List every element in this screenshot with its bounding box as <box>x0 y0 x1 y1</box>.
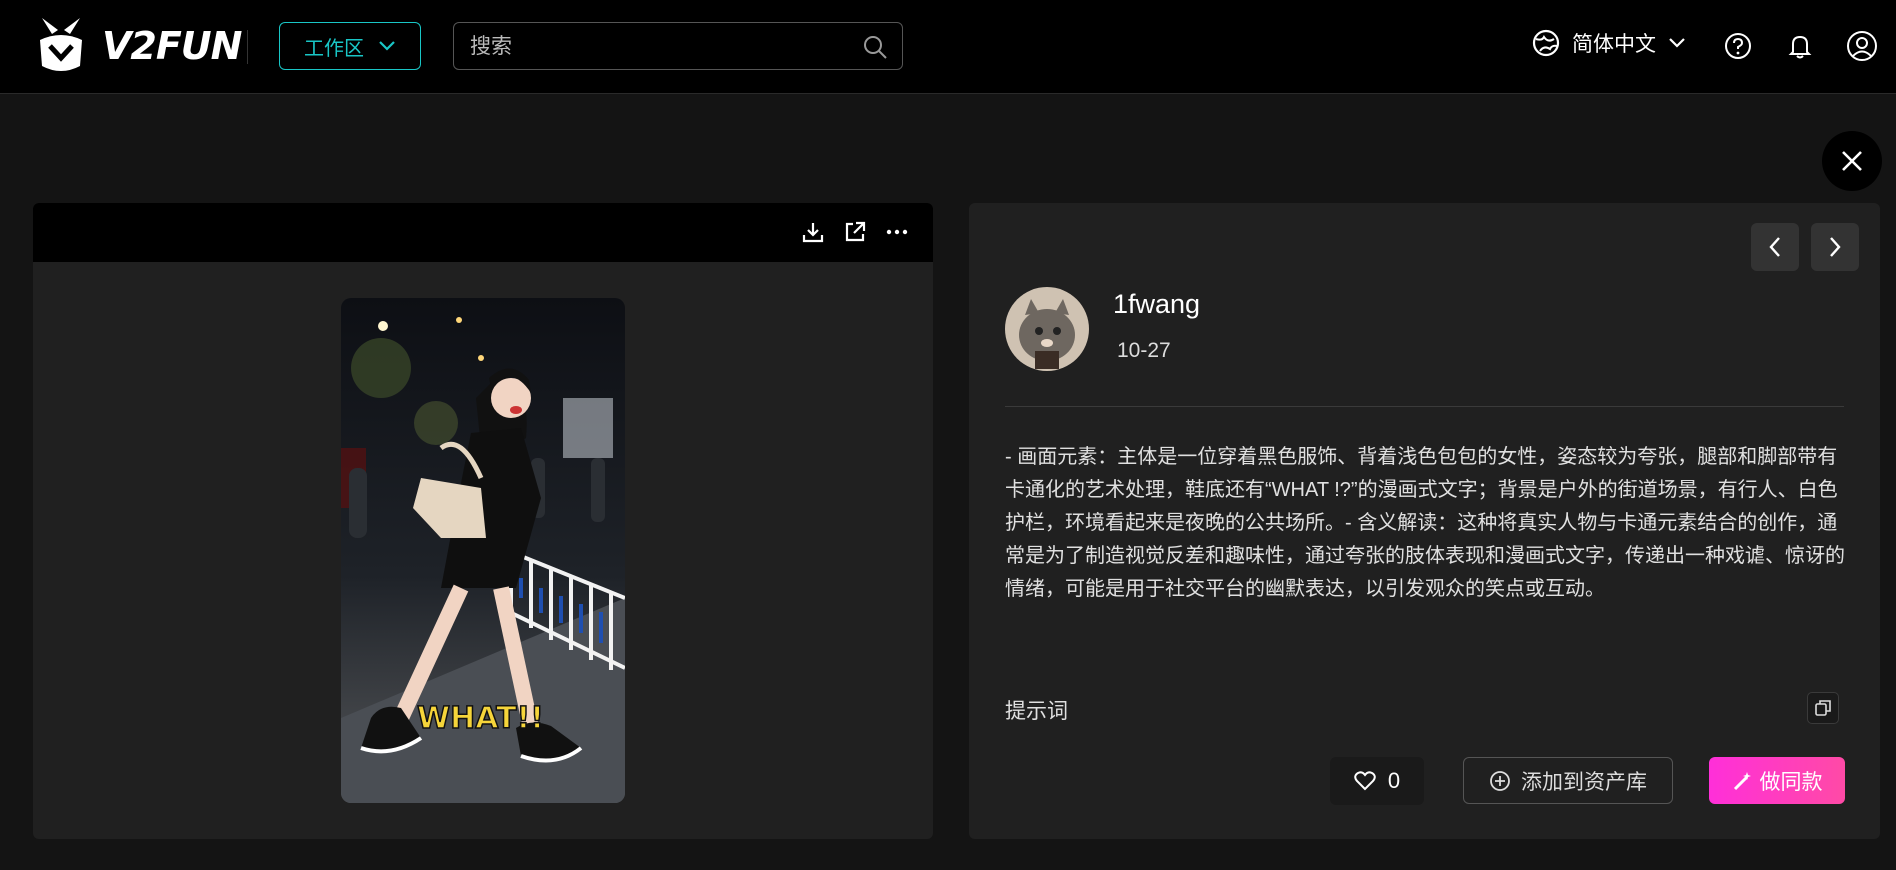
avatar[interactable] <box>1005 287 1089 371</box>
chevron-down-icon <box>379 41 395 51</box>
chevron-left-icon <box>1769 237 1780 257</box>
avatar-image <box>1005 287 1089 371</box>
image-description: - 画面元素：主体是一位穿着黑色服饰、背着浅色包包的女性，姿态较为夸张，腿部和脚… <box>1005 446 1845 600</box>
username[interactable]: 1fwang <box>1113 289 1200 320</box>
generated-image-illustration: WHAT!! <box>341 298 625 803</box>
more-icon[interactable] <box>885 220 909 244</box>
add-to-asset-library-label: 添加到资产库 <box>1521 770 1647 794</box>
copy-icon <box>1815 700 1831 716</box>
heart-icon <box>1354 771 1376 791</box>
post-date: 10-27 <box>1117 339 1171 362</box>
make-same-label: 做同款 <box>1759 770 1823 794</box>
close-icon <box>1842 151 1862 171</box>
generated-image[interactable]: WHAT!! <box>341 298 625 803</box>
magic-wand-icon <box>1733 771 1751 790</box>
logo-text: V2FUN <box>102 24 242 68</box>
like-count: 0 <box>1387 768 1401 793</box>
image-overlay-text: WHAT!! <box>417 701 544 736</box>
logo[interactable]: V2FUN <box>36 16 242 76</box>
copy-prompt-button[interactable] <box>1807 692 1839 724</box>
image-preview-panel: WHAT!! <box>33 203 933 839</box>
bell-icon[interactable] <box>1786 32 1814 60</box>
workspace-label: 工作区 <box>304 37 364 60</box>
user-icon[interactable] <box>1846 30 1878 62</box>
chevron-down-icon <box>1669 38 1685 48</box>
image-toolbar <box>33 203 933 262</box>
download-icon[interactable] <box>801 220 825 244</box>
like-button[interactable]: 0 <box>1330 757 1424 805</box>
search-icon[interactable] <box>862 34 888 60</box>
plus-circle-icon <box>1490 770 1510 791</box>
divider <box>1005 406 1844 407</box>
language-selector[interactable]: 简体中文 <box>1532 28 1686 58</box>
prompt-label: 提示词 <box>1005 700 1068 723</box>
workspace-dropdown[interactable]: 工作区 <box>279 22 421 70</box>
next-button[interactable] <box>1811 223 1859 271</box>
logo-icon <box>40 18 82 71</box>
detail-panel: 1fwang 10-27 - 画面元素：主体是一位穿着黑色服饰、背着浅色包包的女… <box>969 203 1880 839</box>
help-icon[interactable] <box>1724 32 1752 60</box>
close-button[interactable] <box>1822 131 1882 191</box>
globe-icon <box>1532 29 1560 57</box>
search-box <box>453 22 903 71</box>
previous-button[interactable] <box>1751 223 1799 271</box>
add-to-asset-library-button[interactable]: 添加到资产库 <box>1463 757 1673 804</box>
open-external-icon[interactable] <box>843 220 867 244</box>
chevron-right-icon <box>1830 237 1841 257</box>
top-navigation-bar: V2FUN 工作区 简体中文 <box>0 0 1896 94</box>
header-divider <box>247 30 248 64</box>
search-input[interactable] <box>468 23 852 71</box>
make-same-button[interactable]: 做同款 <box>1709 757 1845 804</box>
language-label: 简体中文 <box>1572 33 1656 56</box>
